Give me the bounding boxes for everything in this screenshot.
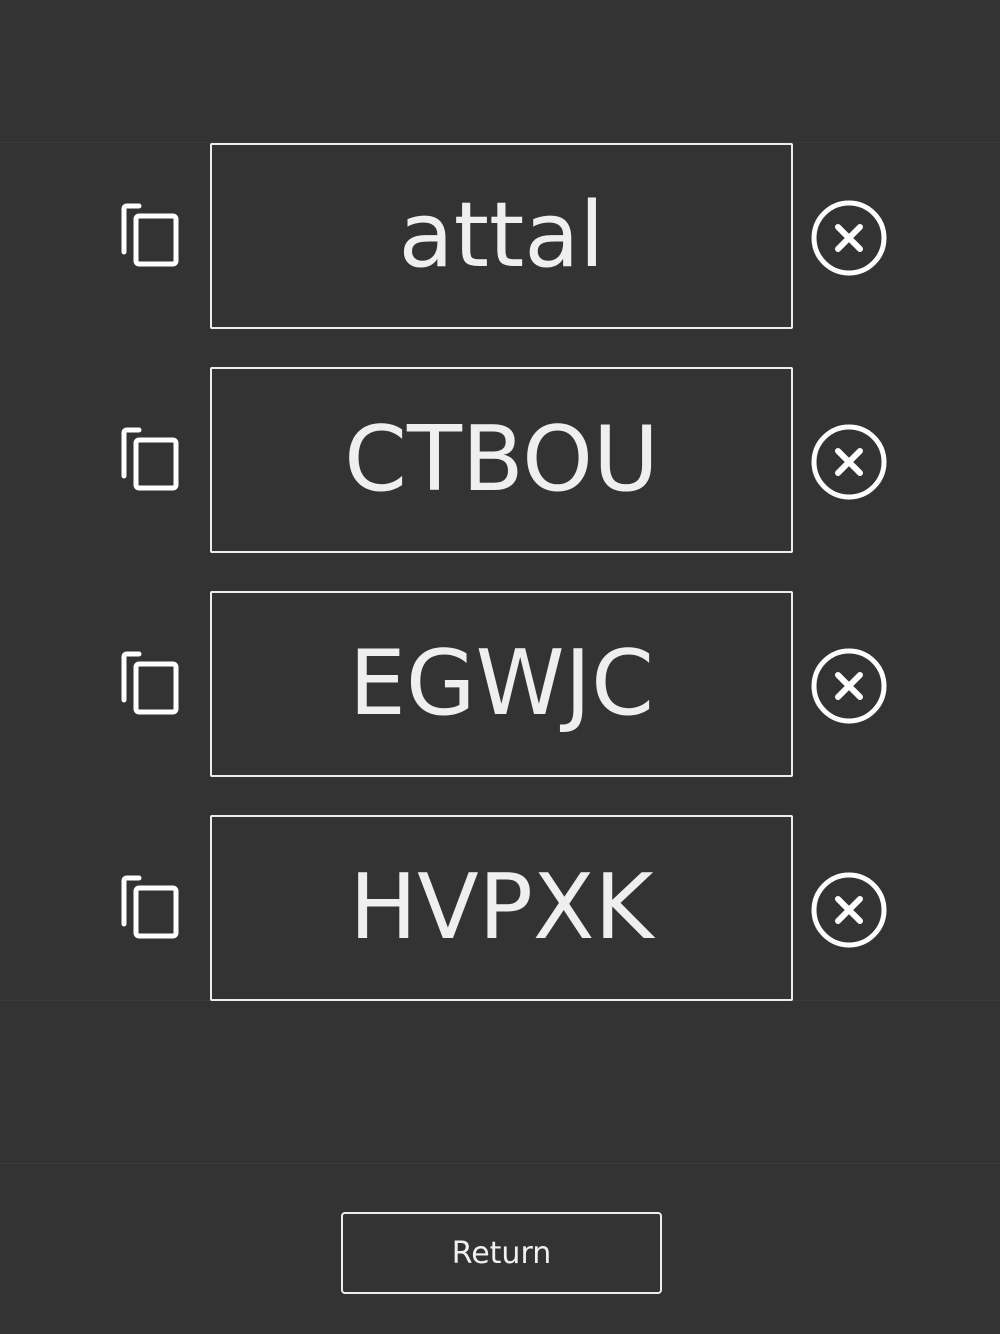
close-circle-icon [811,872,887,948]
copy-icon [121,875,179,939]
close-circle-icon [811,200,887,276]
footer-divider [0,1163,1000,1164]
copy-button[interactable] [118,200,184,270]
remove-button[interactable] [808,197,890,279]
code-text: CTBOU [344,407,659,512]
remove-button[interactable] [808,869,890,951]
copy-button[interactable] [118,648,184,718]
close-circle-icon [811,648,887,724]
code-text: attal [398,183,605,288]
copy-icon [121,651,179,715]
code-display: CTBOU [210,367,793,553]
code-row: EGWJC [0,591,1000,777]
return-button[interactable]: Return [341,1212,662,1294]
code-display: HVPXK [210,815,793,1001]
code-text: EGWJC [349,631,654,736]
copy-button[interactable] [118,424,184,494]
copy-icon [121,427,179,491]
code-row: attal [0,143,1000,329]
remove-button[interactable] [808,645,890,727]
copy-icon [121,203,179,267]
code-text: HVPXK [349,855,654,960]
remove-button[interactable] [808,421,890,503]
close-circle-icon [811,424,887,500]
return-button-label: Return [451,1235,552,1271]
code-row: HVPXK [0,815,1000,1001]
code-display: EGWJC [210,591,793,777]
code-display: attal [210,143,793,329]
code-row: CTBOU [0,367,1000,553]
copy-button[interactable] [118,872,184,942]
